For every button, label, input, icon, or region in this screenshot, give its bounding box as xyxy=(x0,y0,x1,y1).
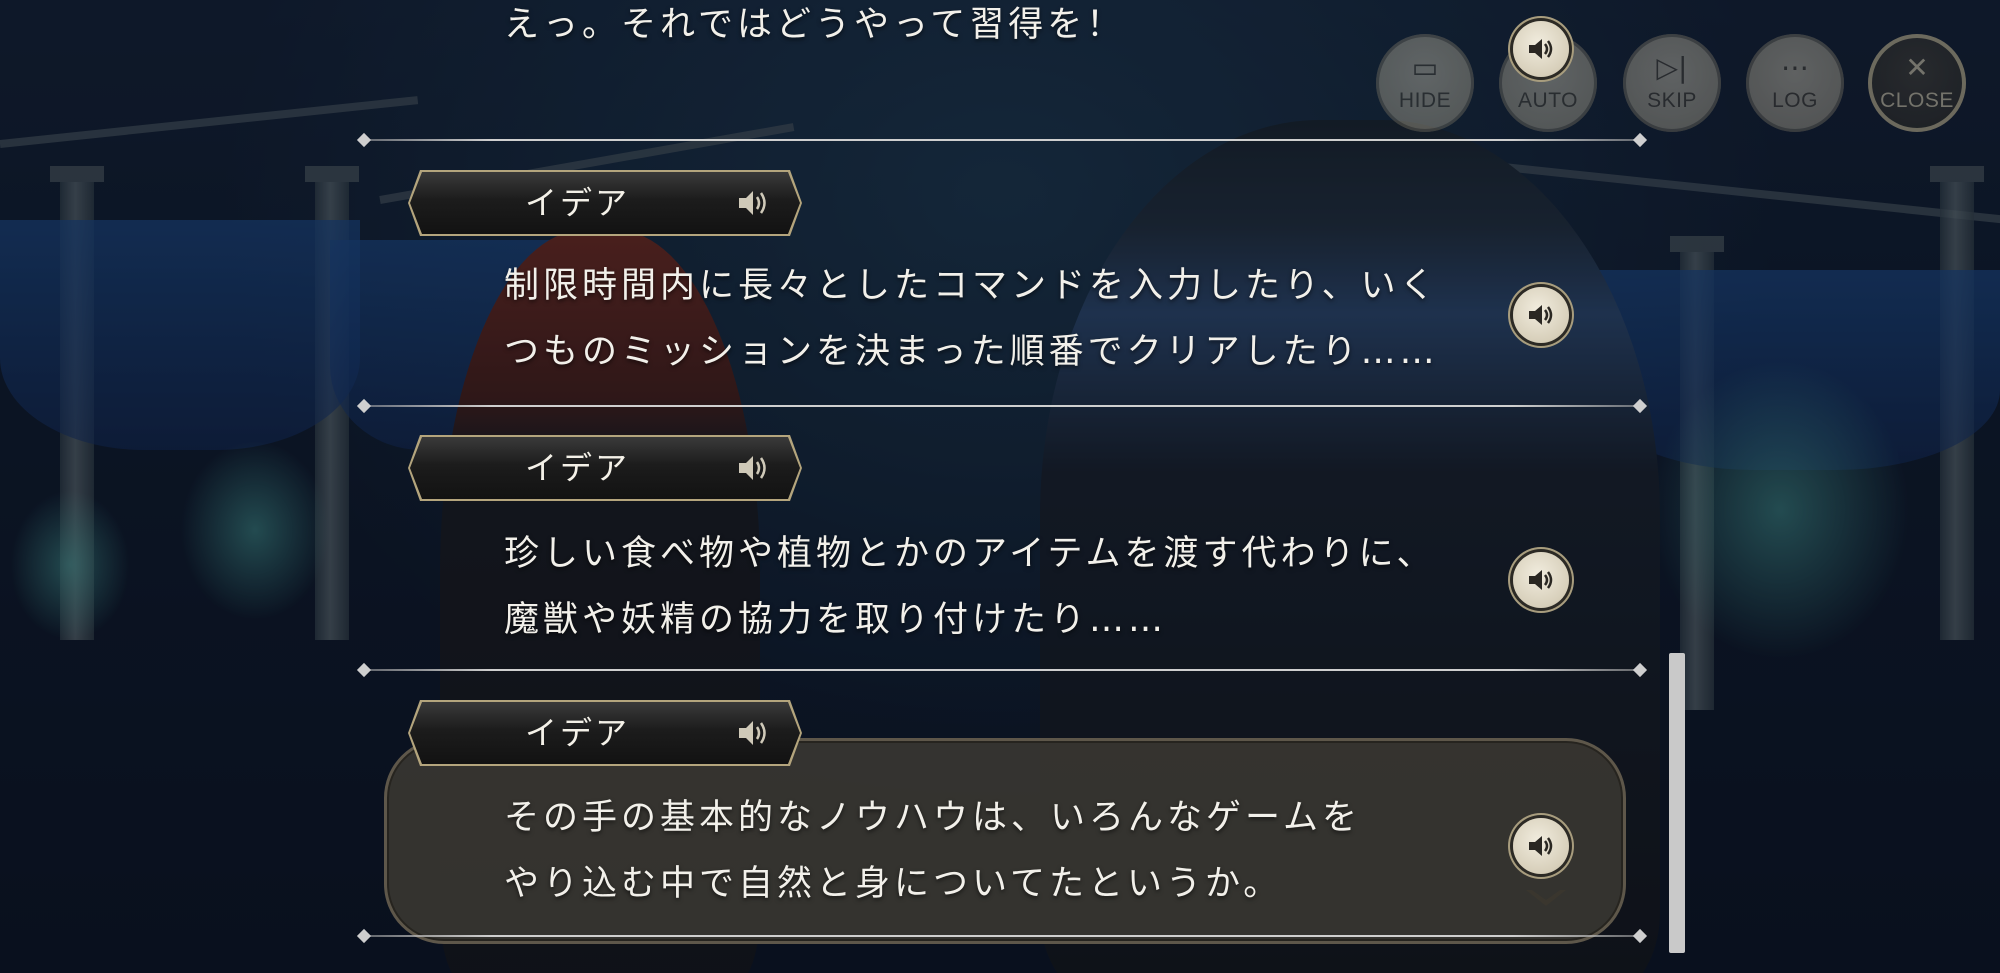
voice-replay-button[interactable] xyxy=(1513,818,1569,874)
speaker-icon xyxy=(1529,570,1553,590)
roof-beam xyxy=(1379,150,2000,225)
dialog-line: えっ。それではどうやって習得を！ xyxy=(504,5,1126,45)
speaker-name: イデア xyxy=(525,184,631,222)
roof-beam xyxy=(0,96,419,148)
auto-label: AUTO xyxy=(1518,89,1578,112)
curtain xyxy=(0,220,360,450)
log-entry-text: 制限時間内に長々としたコマンドを入力したり、いく つものミッションを決まった順番… xyxy=(504,253,1504,385)
dialog-line: 魔獣や妖精の協力を取り付けたり…… xyxy=(504,600,1168,640)
hide-label: HIDE xyxy=(1398,89,1452,112)
log-entry-text: えっ。それではどうやって習得を！ xyxy=(504,0,1504,58)
dialog-line: やり込む中で自然と身についてたというか。 xyxy=(504,864,1283,904)
chevron-down-icon xyxy=(1526,890,1566,906)
speaker-icon xyxy=(736,451,772,485)
log-divider xyxy=(364,935,1640,937)
log-scrollbar-thumb[interactable] xyxy=(1669,653,1685,953)
dialog-line: つものミッションを決まった順番でクリアしたり…… xyxy=(504,332,1439,372)
speaker-icon xyxy=(736,186,772,220)
log-divider xyxy=(364,669,1640,671)
speaker-icon xyxy=(1529,836,1553,856)
voice-replay-button[interactable] xyxy=(1513,552,1569,608)
speaker-name: イデア xyxy=(525,714,631,752)
speaker-name-plate: イデア xyxy=(410,702,800,764)
speaker-icon xyxy=(1529,39,1553,59)
dialog-line: その手の基本的なノウハウは、いろんなゲームを xyxy=(504,798,1361,838)
pillar xyxy=(1670,236,1724,710)
speaker-name-plate: イデア xyxy=(410,437,800,499)
speaker-icon xyxy=(736,716,772,750)
log-divider xyxy=(364,405,1640,407)
log-divider xyxy=(364,139,1640,141)
curtain xyxy=(1590,270,2000,470)
voice-replay-button[interactable] xyxy=(1513,21,1569,77)
log-button[interactable]: ⋯ LOG xyxy=(1746,34,1844,132)
teal-flame xyxy=(1650,360,1910,660)
close-button[interactable]: ✕ CLOSE xyxy=(1868,34,1966,132)
voice-replay-button[interactable] xyxy=(1513,287,1569,343)
speaker-name: イデア xyxy=(525,449,631,487)
log-label: LOG xyxy=(1772,89,1818,112)
speaker-icon xyxy=(1529,305,1553,325)
log-entry-text: 珍しい食べ物や植物とかのアイテムを渡す代わりに、 魔獣や妖精の協力を取り付けたり… xyxy=(504,521,1504,653)
log-entry-text: その手の基本的なノウハウは、いろんなゲームを やり込む中で自然と身についてたとい… xyxy=(504,785,1504,917)
pillar xyxy=(305,166,359,640)
speaker-name-plate: イデア xyxy=(410,172,800,234)
pillar xyxy=(50,166,104,640)
log-icon: ⋯ xyxy=(1781,51,1809,84)
close-label: CLOSE xyxy=(1880,89,1954,112)
teal-flame xyxy=(10,490,130,640)
pillar xyxy=(1930,166,1984,640)
dialog-line: 珍しい食べ物や植物とかのアイテムを渡す代わりに、 xyxy=(504,534,1436,574)
game-scene: ▭ HIDE ↻ AUTO ▷| SKIP ⋯ LOG ✕ CLOSE えっ。そ… xyxy=(0,0,2000,973)
close-icon: ✕ xyxy=(1905,51,1929,84)
dialog-line: 制限時間内に長々としたコマンドを入力したり、いく xyxy=(504,266,1439,306)
teal-flame xyxy=(180,440,330,620)
